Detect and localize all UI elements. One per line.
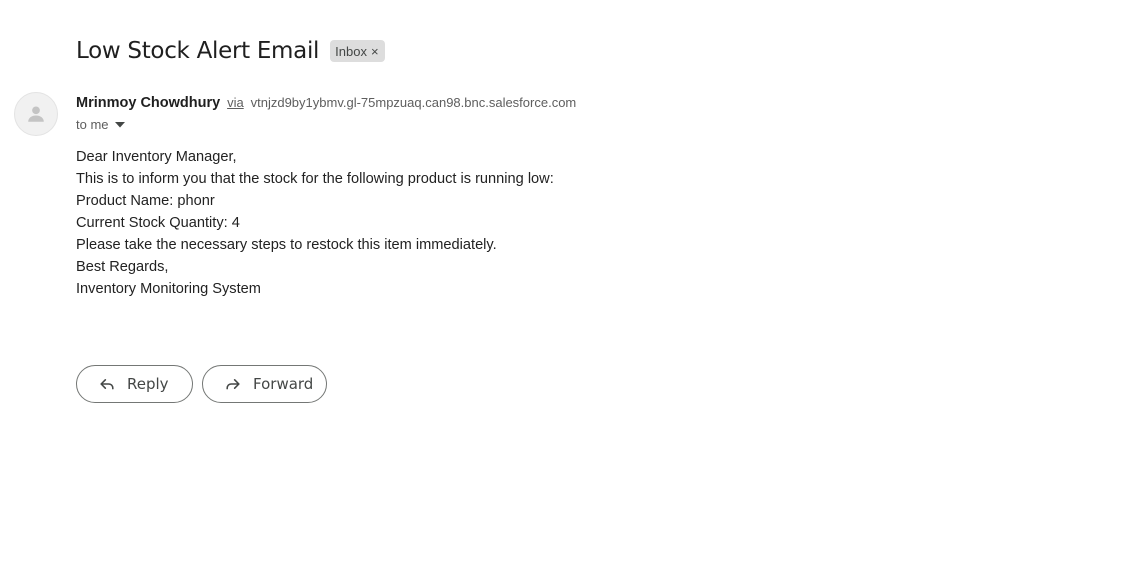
via-link[interactable]: via	[227, 95, 244, 110]
recipient-row: to me	[76, 117, 125, 132]
body-line: Dear Inventory Manager,	[76, 149, 237, 165]
body-line: This is to inform you that the stock for…	[76, 171, 554, 187]
reply-button[interactable]: Reply	[76, 365, 193, 403]
forward-icon	[223, 374, 243, 394]
label-chip-text: Inbox	[335, 43, 367, 59]
label-chip-inbox[interactable]: Inbox ×	[330, 40, 385, 62]
email-body: Dear Inventory Manager, This is to infor…	[76, 146, 554, 300]
body-line: Inventory Monitoring System	[76, 281, 261, 297]
reply-label: Reply	[127, 375, 169, 393]
reply-icon	[97, 374, 117, 394]
sender-avatar[interactable]	[14, 92, 58, 136]
email-view: Low Stock Alert Email Inbox × Mrinmoy Ch…	[0, 0, 1128, 566]
body-line: Current Stock Quantity: 4	[76, 215, 240, 231]
sender-name[interactable]: Mrinmoy Chowdhury	[76, 95, 220, 111]
body-line: Please take the necessary steps to resto…	[76, 237, 497, 253]
forward-label: Forward	[253, 375, 314, 393]
recipient-text: to me	[76, 117, 109, 132]
email-subject: Low Stock Alert Email	[76, 38, 320, 64]
body-line: Best Regards,	[76, 259, 169, 275]
subject-row: Low Stock Alert Email Inbox ×	[76, 38, 385, 64]
via-domain: vtnjzd9by1ybmv.gl-75mpzuaq.can98.bnc.sal…	[250, 95, 577, 110]
sender-row: Mrinmoy Chowdhury via vtnjzd9by1ybmv.gl-…	[76, 94, 576, 111]
person-icon	[28, 106, 44, 122]
body-line: Product Name: phonr	[76, 193, 215, 209]
show-details-icon[interactable]	[114, 121, 125, 128]
forward-button[interactable]: Forward	[202, 365, 327, 403]
remove-label-icon[interactable]: ×	[371, 44, 379, 59]
email-actions: Reply Forward	[76, 365, 336, 403]
